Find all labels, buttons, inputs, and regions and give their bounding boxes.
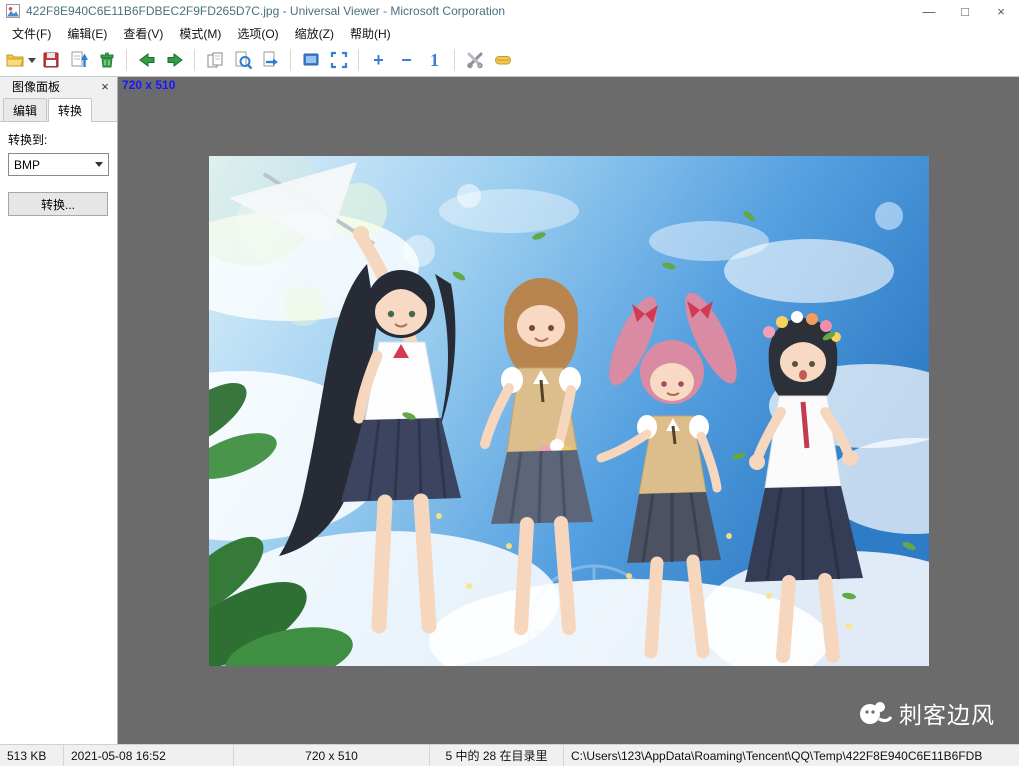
fit-window-icon bbox=[303, 53, 318, 66]
content-area: 图像面板 × 编辑 转换 转换到: BMP 转换... 720 x 510 刺客… bbox=[0, 77, 1019, 744]
status-position-in-directory: 5 中的 28 在目录里 bbox=[430, 745, 564, 766]
menu-help[interactable]: 帮助(H) bbox=[342, 23, 399, 44]
format-select-value: BMP bbox=[14, 157, 41, 172]
viewer-canvas: 720 x 510 刺客边风 bbox=[118, 77, 1019, 744]
menu-options[interactable]: 选项(O) bbox=[229, 23, 286, 44]
open-button[interactable] bbox=[5, 47, 36, 73]
save-icon bbox=[43, 52, 58, 68]
tools-button[interactable] bbox=[461, 47, 488, 73]
save-as-button[interactable] bbox=[65, 47, 92, 73]
arrow-right-icon bbox=[167, 53, 183, 67]
actual-size-icon: 1 bbox=[430, 50, 439, 70]
app-window: 422F8E940C6E11B6FDBEC2F9FD265D7C.jpg - U… bbox=[0, 0, 1019, 766]
arrow-left-icon bbox=[138, 53, 154, 67]
next-button[interactable] bbox=[161, 47, 188, 73]
tab-edit[interactable]: 编辑 bbox=[3, 98, 48, 121]
menu-mode[interactable]: 模式(M) bbox=[171, 23, 229, 44]
chevron-down-icon bbox=[28, 57, 36, 63]
image-content bbox=[208, 155, 929, 666]
panel-tabs: 编辑 转换 bbox=[0, 96, 117, 122]
image-panel-header: 图像面板 × bbox=[0, 77, 117, 96]
magnifier-icon bbox=[235, 51, 252, 70]
title-bar: 422F8E940C6E11B6FDBEC2F9FD265D7C.jpg - U… bbox=[0, 0, 1019, 22]
convert-panel: 转换到: BMP 转换... bbox=[0, 122, 117, 744]
status-file-size: 513 KB bbox=[0, 745, 64, 766]
image-panel-title: 图像面板 bbox=[12, 80, 61, 94]
toolbar-separator bbox=[454, 49, 455, 71]
toolbar-separator bbox=[126, 49, 127, 71]
chevron-down-icon bbox=[95, 162, 103, 167]
toolbar-separator bbox=[194, 49, 195, 71]
zoom-out-icon: − bbox=[401, 50, 412, 70]
convert-to-label: 转换到: bbox=[8, 133, 48, 147]
preview-button[interactable] bbox=[229, 47, 256, 73]
window-title: 422F8E940C6E11B6FDBEC2F9FD265D7C.jpg - U… bbox=[26, 4, 506, 18]
minimize-button[interactable]: — bbox=[911, 0, 947, 22]
copy-icon bbox=[207, 52, 222, 68]
maximize-button[interactable]: □ bbox=[947, 0, 983, 22]
folder-open-icon bbox=[6, 54, 24, 67]
toolbar-separator bbox=[358, 49, 359, 71]
menu-file[interactable]: 文件(F) bbox=[4, 23, 59, 44]
menu-zoom[interactable]: 缩放(Z) bbox=[287, 23, 342, 44]
toolbar: + − 1 bbox=[0, 44, 1019, 77]
format-select[interactable]: BMP bbox=[8, 153, 109, 176]
tab-convert[interactable]: 转换 bbox=[48, 98, 93, 122]
status-dimensions: 720 x 510 bbox=[234, 745, 430, 766]
fullscreen-icon bbox=[330, 51, 347, 69]
fullscreen-button[interactable] bbox=[325, 47, 352, 73]
actual-size-button[interactable]: 1 bbox=[421, 47, 448, 73]
copy-button[interactable] bbox=[201, 47, 228, 73]
menu-edit[interactable]: 编辑(E) bbox=[59, 23, 115, 44]
goto-button[interactable] bbox=[257, 47, 284, 73]
zoom-in-button[interactable]: + bbox=[365, 47, 392, 73]
status-file-path: C:\Users\123\AppData\Roaming\Tencent\QQ\… bbox=[571, 748, 983, 763]
app-icon bbox=[6, 4, 20, 18]
go-to-icon bbox=[263, 51, 278, 67]
menu-bar: 文件(F) 编辑(E) 查看(V) 模式(M) 选项(O) 缩放(Z) 帮助(H… bbox=[0, 22, 1019, 44]
prev-button[interactable] bbox=[133, 47, 160, 73]
options-icon bbox=[494, 56, 511, 65]
watermark-logo-icon bbox=[860, 702, 892, 724]
toolbar-separator bbox=[290, 49, 291, 71]
watermark: 刺客边风 bbox=[856, 696, 995, 730]
close-button[interactable]: × bbox=[983, 0, 1019, 22]
convert-button[interactable]: 转换... bbox=[8, 192, 108, 216]
watermark-text: 刺客边风 bbox=[899, 702, 995, 728]
zoom-in-icon: + bbox=[373, 50, 384, 70]
menu-view[interactable]: 查看(V) bbox=[115, 23, 171, 44]
zoom-out-button[interactable]: − bbox=[393, 47, 420, 73]
tools-icon bbox=[466, 52, 483, 69]
delete-button[interactable] bbox=[93, 47, 120, 73]
image-panel-sidebar: 图像面板 × 编辑 转换 转换到: BMP 转换... bbox=[0, 77, 118, 744]
status-bar: 513 KB 2021-05-08 16:52 720 x 510 5 中的 2… bbox=[0, 744, 1019, 766]
save-as-icon bbox=[71, 51, 88, 67]
trash-icon bbox=[100, 52, 113, 68]
panel-close-icon[interactable]: × bbox=[98, 79, 112, 94]
image-dimensions-label: 720 x 510 bbox=[122, 78, 176, 92]
options-button[interactable] bbox=[489, 47, 516, 73]
fit-window-button[interactable] bbox=[297, 47, 324, 73]
save-button[interactable] bbox=[37, 47, 64, 73]
status-modified-date: 2021-05-08 16:52 bbox=[64, 745, 234, 766]
